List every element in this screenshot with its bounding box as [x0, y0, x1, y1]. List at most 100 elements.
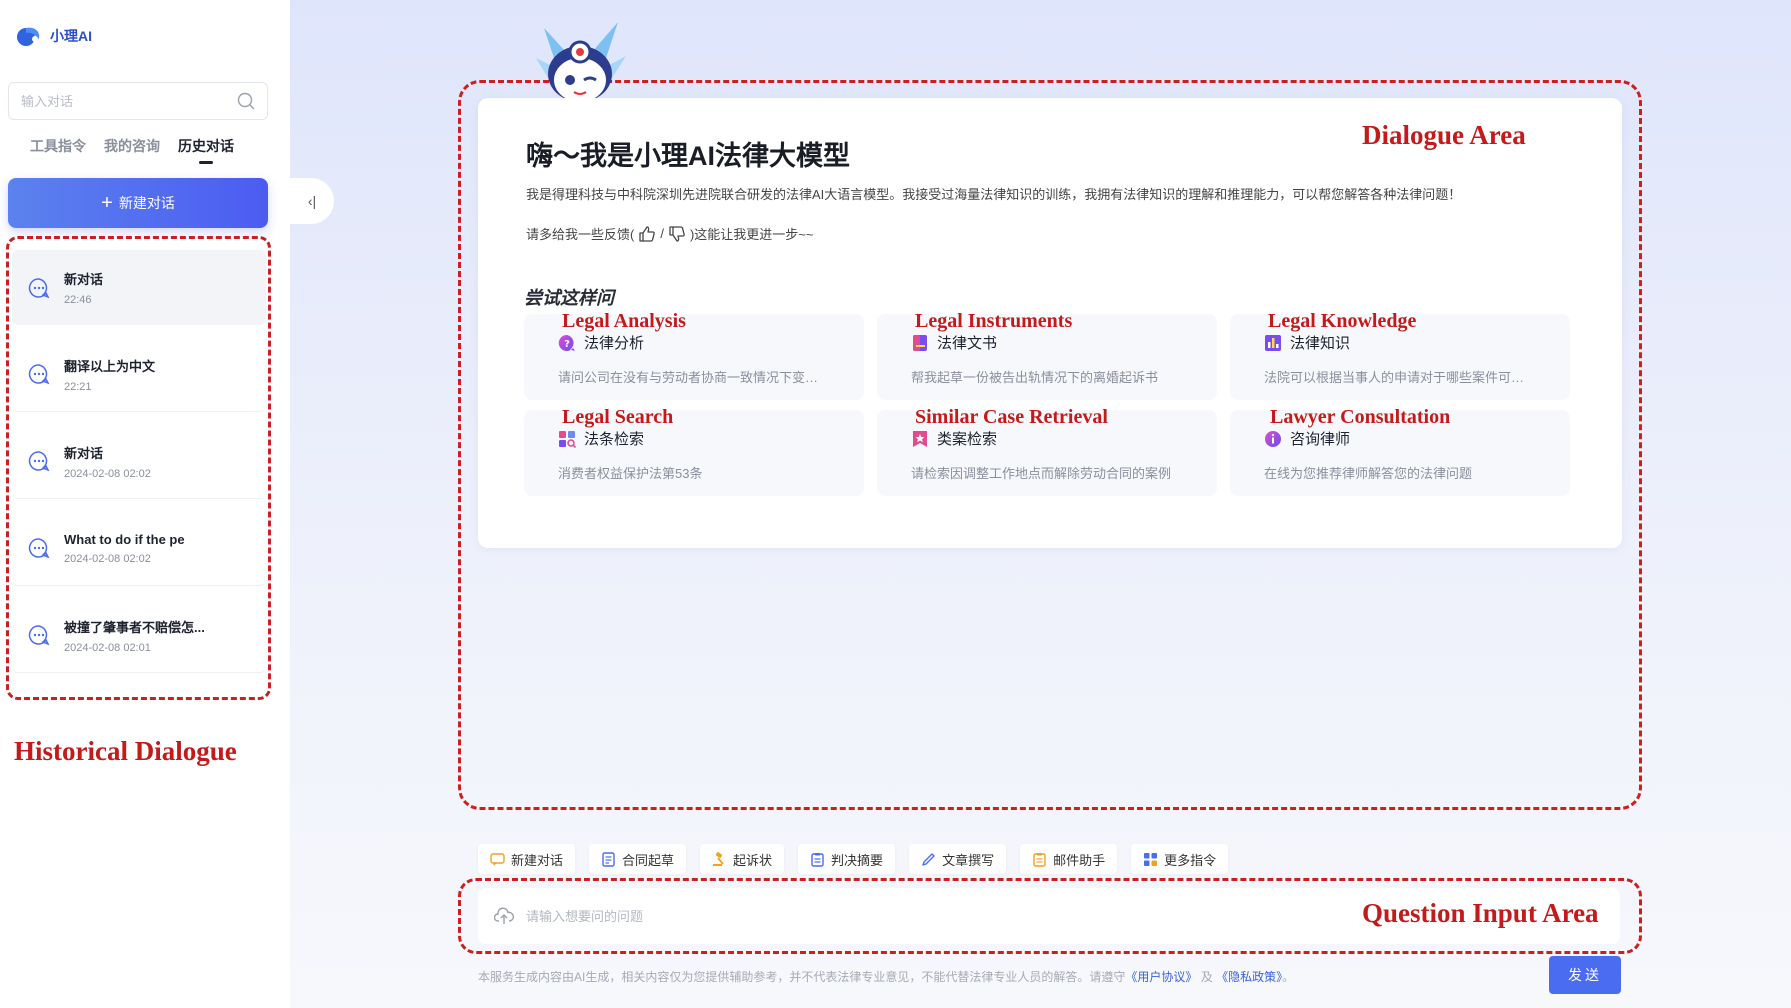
chat-bubble-icon	[28, 538, 50, 559]
suggestion-head: 咨询律师	[1264, 428, 1350, 449]
bar-chart-icon	[1265, 334, 1281, 351]
chat-bubble-icon	[28, 451, 50, 472]
chat-bubble-icon	[28, 625, 50, 646]
suggestion-head: 类案检索	[911, 428, 997, 449]
history-item[interactable]: What to do if the pe 2024-02-08 02:02	[12, 511, 266, 586]
suggestion-desc: 法院可以根据当事人的申请对于哪些案件可…	[1264, 370, 1525, 385]
history-search-input[interactable]	[21, 93, 237, 109]
info-circle-icon	[1265, 430, 1281, 447]
new-chat-label: 新建对话	[118, 195, 175, 211]
history-item-title: 翻译以上为中文	[64, 358, 156, 374]
quick-contract-draft-button[interactable]: 合同起草	[589, 844, 687, 874]
disclaimer-and: 及	[1200, 970, 1213, 984]
logo[interactable]: 小理AI	[14, 24, 92, 48]
suggestion-desc: 请检索因调整工作地点而解除劳动合同的案例	[911, 466, 1172, 481]
welcome-title: 嗨～我是小理AI法律大模型	[526, 141, 850, 171]
search-grid-icon	[559, 430, 576, 448]
privacy-policy-link[interactable]: 《隐私政策》	[1216, 970, 1282, 984]
pen-icon	[922, 852, 935, 866]
upload-cloud-icon[interactable]	[494, 907, 514, 925]
thumbs-down-icon[interactable]	[668, 225, 686, 243]
suggestion-title: 类案检索	[937, 431, 998, 448]
history-item-time: 2024-02-08 02:02	[64, 552, 151, 565]
new-chat-button[interactable]: + 新建对话	[8, 178, 268, 228]
thumbs-up-icon[interactable]	[638, 225, 656, 243]
history-item[interactable]: 新对话 22:46	[12, 250, 266, 325]
chat-bubble-icon	[28, 277, 50, 298]
suggestion-head: ? 法律分析	[558, 332, 644, 353]
history-item[interactable]: 新对话 2024-02-08 02:02	[12, 424, 266, 499]
suggestion-desc: 消费者权益保护法第53条	[558, 466, 703, 481]
legal-analysis-annotation: Legal Analysis	[562, 310, 686, 332]
sidebar-tabs: 工具指令 我的咨询 历史对话	[30, 136, 234, 164]
grid-icon	[1144, 852, 1158, 866]
search-icon[interactable]	[237, 92, 255, 110]
quick-action-label: 合同起草	[622, 852, 675, 868]
gavel-icon	[713, 851, 724, 866]
history-item-title: 新对话	[64, 272, 104, 287]
quick-action-bar: 新建对话 合同起草 起诉状 判决摘要 文章撰写 邮件助手 更多指令	[478, 844, 1229, 874]
clipboard-icon	[811, 852, 824, 867]
document-book-icon	[913, 334, 927, 351]
feedback-row: 请多给我一些反馈( / )这能让我更进一步~~	[526, 224, 813, 243]
tab-tool-commands[interactable]: 工具指令	[30, 136, 86, 164]
suggestion-desc: 帮我起草一份被告出轨情况下的离婚起诉书	[911, 370, 1159, 385]
mail-clipboard-icon	[1033, 852, 1046, 867]
feedback-prefix: 请多给我一些反馈(	[526, 227, 635, 242]
quick-action-label: 更多指令	[1164, 852, 1217, 868]
history-list: 新对话 22:46 翻译以上为中文 22:21 新对话 2024-02-08 0…	[12, 250, 266, 685]
suggestion-desc: 请问公司在没有与劳动者协商一致情况下变…	[558, 370, 819, 385]
legal-knowledge-annotation: Legal Knowledge	[1268, 310, 1417, 332]
suggestion-title: 咨询律师	[1290, 431, 1351, 448]
tab-history[interactable]: 历史对话	[178, 136, 234, 164]
history-item-time: 2024-02-08 02:02	[64, 467, 151, 480]
svg-text:?: ?	[564, 339, 570, 350]
historical-dialogue-annotation: Historical Dialogue	[14, 736, 237, 766]
history-item-time: 22:21	[64, 380, 92, 393]
chat-bubble-icon	[28, 364, 50, 385]
disclaimer: 本服务生成内容由AI生成，相关内容仅为您提供辅助参考，并不代表法律专业意见，不能…	[478, 968, 1294, 985]
quick-action-label: 判决摘要	[831, 852, 884, 868]
collapse-sidebar-button[interactable]: ‹|	[290, 178, 334, 224]
quick-action-label: 新建对话	[511, 852, 564, 868]
contract-icon	[602, 851, 615, 867]
quick-action-label: 邮件助手	[1053, 852, 1106, 868]
quick-more-commands-button[interactable]: 更多指令	[1131, 844, 1229, 874]
similar-case-annotation: Similar Case Retrieval	[915, 406, 1108, 428]
user-agreement-link[interactable]: 《用户协议》	[1125, 970, 1197, 984]
suggestion-title: 法律文书	[937, 335, 998, 352]
quick-judgment-summary-button[interactable]: 判决摘要	[798, 844, 896, 874]
suggestion-head: 法条检索	[558, 428, 644, 449]
suggestion-head: 法律文书	[911, 332, 997, 353]
quick-article-writing-button[interactable]: 文章撰写	[909, 844, 1007, 874]
dialogue-area-annotation: Dialogue Area	[1362, 120, 1526, 150]
plus-icon: +	[101, 192, 113, 214]
history-item-time: 2024-02-08 02:01	[64, 641, 151, 654]
history-item[interactable]: 翻译以上为中文 22:21	[12, 337, 266, 412]
logo-icon	[17, 27, 40, 46]
history-search[interactable]	[8, 82, 268, 120]
quick-action-label: 文章撰写	[942, 852, 995, 868]
suggestion-title: 法条检索	[584, 431, 645, 448]
logo-text: 小理AI	[50, 28, 92, 44]
history-item-time: 22:46	[64, 294, 92, 306]
legal-instruments-annotation: Legal Instruments	[915, 310, 1073, 332]
quick-new-chat-button[interactable]: 新建对话	[478, 844, 576, 874]
quick-complaint-button[interactable]: 起诉状	[700, 844, 785, 874]
disclaimer-text: 本服务生成内容由AI生成，相关内容仅为您提供辅助参考，并不代表法律专业意见，不能…	[478, 970, 1126, 984]
history-item-title: What to do if the pe	[64, 531, 185, 547]
history-item-title: 新对话	[64, 445, 104, 461]
send-button[interactable]: 发送	[1549, 956, 1621, 994]
suggestion-desc: 在线为您推荐律师解答您的法律问题	[1264, 466, 1473, 481]
history-item[interactable]: 被撞了肇事者不赔偿怎... 2024-02-08 02:01	[12, 598, 266, 673]
history-item-title: 被撞了肇事者不赔偿怎...	[64, 619, 205, 635]
suggestion-title: 法律分析	[584, 335, 645, 352]
star-badge-icon	[913, 430, 927, 447]
try-asking-title: 尝试这样问	[524, 288, 614, 308]
quick-email-assistant-button[interactable]: 邮件助手	[1020, 844, 1118, 874]
chat-icon	[490, 852, 505, 866]
feedback-suffix: )这能让我更进一步~~	[689, 227, 814, 242]
legal-search-annotation: Legal Search	[562, 406, 674, 428]
question-input-annotation: Question Input Area	[1362, 898, 1599, 928]
tab-my-consultations[interactable]: 我的咨询	[104, 136, 160, 164]
